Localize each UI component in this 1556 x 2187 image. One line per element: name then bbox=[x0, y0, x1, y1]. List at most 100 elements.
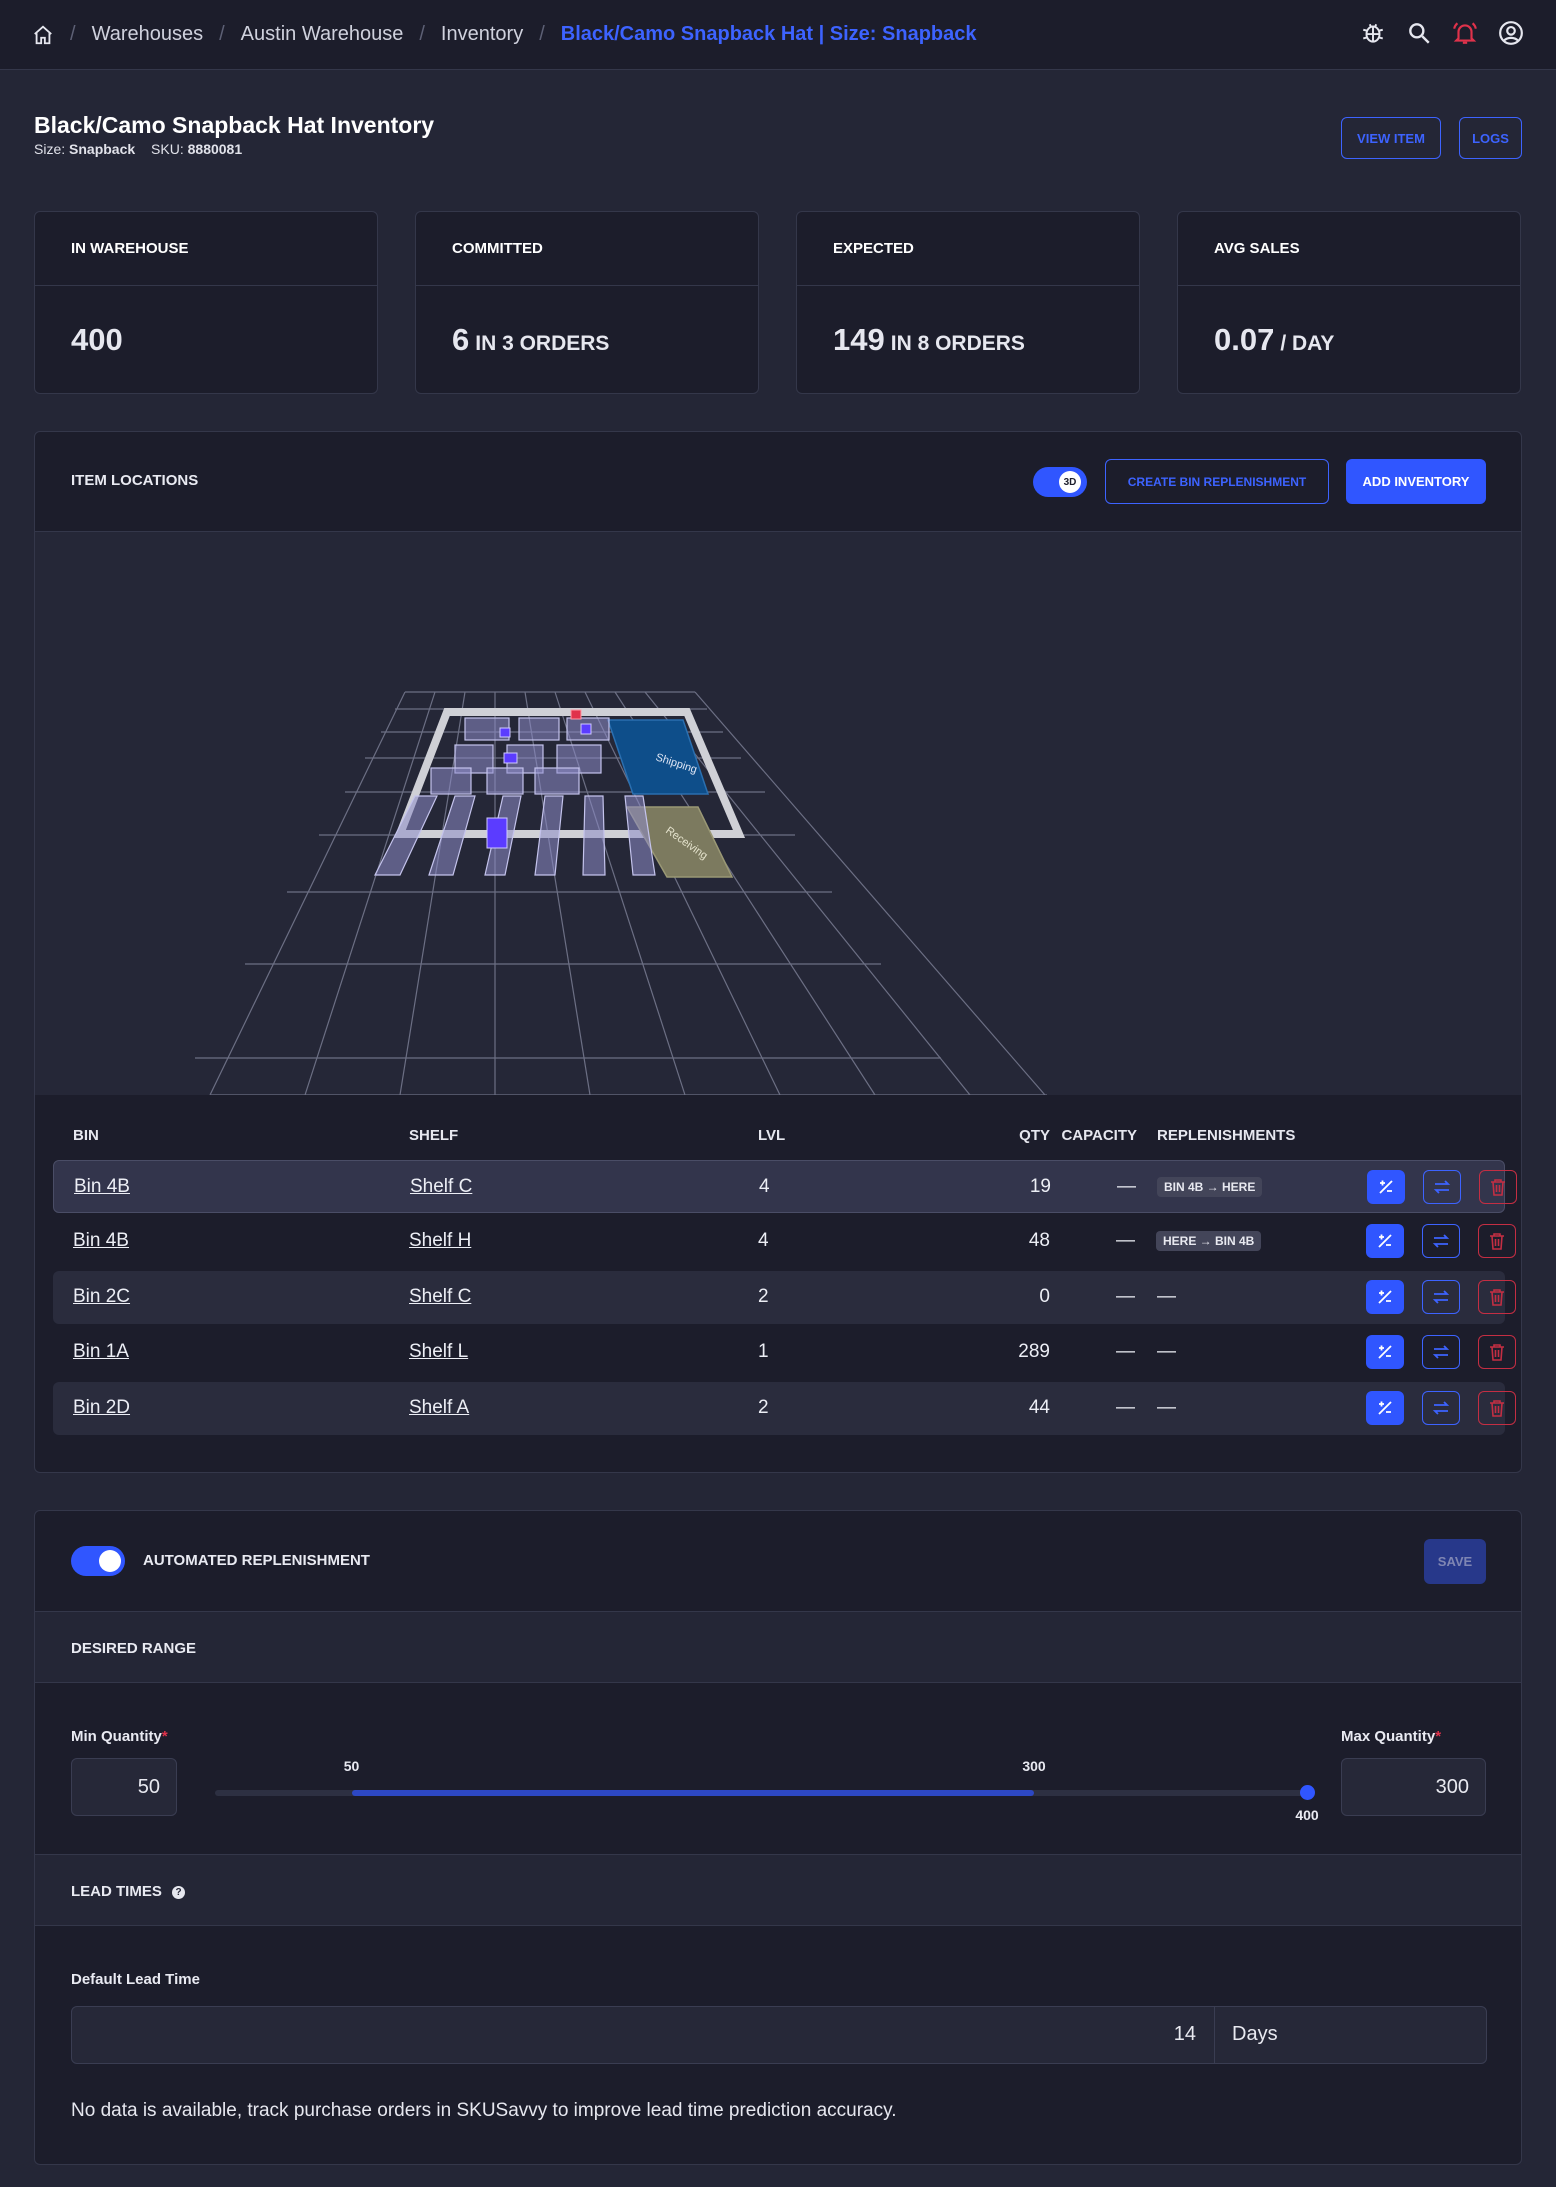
automated-replenishment-panel: AUTOMATED REPLENISHMENT SAVE DESIRED RAN… bbox=[34, 1510, 1522, 2165]
bin-link[interactable]: Bin 4B bbox=[74, 1176, 130, 1198]
stat-card-avg-sales: AVG SALES 0.07/ DAY bbox=[1177, 211, 1521, 394]
table-row[interactable]: Bin 1A Shelf L 1 289 — — bbox=[53, 1326, 1516, 1379]
bin-link[interactable]: Bin 2C bbox=[73, 1286, 130, 1308]
lead-time-input[interactable]: 14 bbox=[72, 2007, 1215, 2063]
delete-button[interactable] bbox=[1478, 1224, 1516, 1258]
breadcrumb-inventory[interactable]: Inventory bbox=[441, 23, 523, 46]
auto-replenishment-title: AUTOMATED REPLENISHMENT bbox=[143, 1552, 370, 1569]
column-header-bin: BIN bbox=[73, 1127, 99, 1144]
breadcrumb-separator: / bbox=[419, 23, 425, 45]
user-account-icon[interactable] bbox=[1498, 20, 1524, 46]
size-label: Size: bbox=[34, 141, 66, 157]
adjust-quantity-button[interactable] bbox=[1366, 1391, 1404, 1425]
adjust-quantity-button[interactable] bbox=[1366, 1335, 1404, 1369]
transfer-icon bbox=[1433, 1180, 1451, 1194]
capacity-value: — bbox=[1116, 1341, 1135, 1362]
create-bin-replenishment-button[interactable]: CREATE BIN REPLENISHMENT bbox=[1105, 459, 1329, 504]
item-locations-panel: ITEM LOCATIONS 3D CREATE BIN REPLENISHME… bbox=[34, 431, 1522, 1473]
table-row[interactable]: Bin 4B Shelf C 4 19 — BIN 4B → HERE bbox=[53, 1160, 1517, 1213]
trash-icon bbox=[1491, 1179, 1505, 1196]
adjust-quantity-button[interactable] bbox=[1366, 1280, 1404, 1314]
search-icon[interactable] bbox=[1406, 20, 1432, 46]
delete-button[interactable] bbox=[1478, 1391, 1516, 1425]
table-row[interactable]: Bin 4B Shelf H 4 48 — HERE → BIN 4B bbox=[53, 1215, 1516, 1268]
shelf-link[interactable]: Shelf L bbox=[409, 1341, 468, 1363]
shelf-link[interactable]: Shelf H bbox=[409, 1230, 471, 1252]
bell-alert-icon[interactable] bbox=[1452, 20, 1478, 46]
bin-link[interactable]: Bin 2D bbox=[73, 1397, 130, 1419]
add-inventory-button[interactable]: ADD INVENTORY bbox=[1346, 459, 1486, 504]
replenishment-badge[interactable]: HERE → BIN 4B bbox=[1156, 1231, 1262, 1251]
trash-icon bbox=[1490, 1289, 1504, 1306]
size-value: Snapback bbox=[69, 141, 136, 157]
breadcrumb-austin-warehouse[interactable]: Austin Warehouse bbox=[241, 23, 404, 46]
save-button[interactable]: SAVE bbox=[1424, 1539, 1486, 1584]
desired-range-title: DESIRED RANGE bbox=[71, 1640, 197, 1657]
shelf-link[interactable]: Shelf C bbox=[409, 1286, 471, 1308]
plus-minus-icon bbox=[1379, 1180, 1393, 1194]
qty-value: 289 bbox=[1018, 1341, 1050, 1362]
help-icon[interactable]: ? bbox=[172, 1885, 186, 1899]
column-header-qty: QTY bbox=[1019, 1127, 1050, 1144]
transfer-button[interactable] bbox=[1423, 1170, 1461, 1204]
bin-link[interactable]: Bin 4B bbox=[73, 1230, 129, 1252]
plus-minus-icon bbox=[1378, 1345, 1392, 1359]
transfer-button[interactable] bbox=[1422, 1335, 1460, 1369]
max-quantity-input[interactable]: 300 bbox=[1341, 1758, 1486, 1816]
slider-end-label: 400 bbox=[1295, 1807, 1319, 1823]
warehouse-3d-canvas[interactable]: Shipping Receiving bbox=[35, 532, 1523, 1096]
plus-minus-icon bbox=[1378, 1234, 1392, 1248]
trash-icon bbox=[1490, 1344, 1504, 1361]
home-icon[interactable] bbox=[32, 24, 54, 46]
breadcrumb-separator: / bbox=[539, 23, 545, 45]
bin-highlight[interactable] bbox=[499, 727, 511, 738]
3d-toggle-label: 3D bbox=[1059, 471, 1081, 493]
stat-label: EXPECTED bbox=[833, 240, 914, 257]
view-item-button[interactable]: VIEW ITEM bbox=[1341, 117, 1441, 159]
plus-minus-icon bbox=[1378, 1401, 1392, 1415]
adjust-quantity-button[interactable] bbox=[1367, 1170, 1405, 1204]
breadcrumb-warehouses[interactable]: Warehouses bbox=[92, 23, 204, 46]
transfer-button[interactable] bbox=[1422, 1280, 1460, 1314]
capacity-value: — bbox=[1116, 1397, 1135, 1418]
item-locations-title: ITEM LOCATIONS bbox=[71, 472, 199, 489]
warehouse-3d-view[interactable]: Shipping Receiving bbox=[35, 532, 1523, 1096]
bin-highlight[interactable] bbox=[503, 752, 518, 764]
auto-replenishment-toggle[interactable] bbox=[71, 1546, 125, 1576]
quantity-range-slider[interactable]: 50 300 400 bbox=[215, 1758, 1319, 1823]
breadcrumb-separator: / bbox=[70, 23, 76, 45]
delete-button[interactable] bbox=[1478, 1335, 1516, 1369]
3d-toggle[interactable]: 3D bbox=[1033, 467, 1087, 497]
shelf-link[interactable]: Shelf A bbox=[409, 1397, 469, 1419]
desired-range-header: DESIRED RANGE bbox=[35, 1611, 1521, 1683]
bug-icon[interactable] bbox=[1360, 20, 1386, 46]
lead-times-header: LEAD TIMES ? bbox=[35, 1854, 1521, 1926]
replenishment-badge[interactable]: BIN 4B → HERE bbox=[1157, 1177, 1263, 1197]
table-row[interactable]: Bin 2C Shelf C 2 0 — — bbox=[53, 1271, 1516, 1324]
adjust-quantity-button[interactable] bbox=[1366, 1224, 1404, 1258]
page-title: Black/Camo Snapback Hat Inventory bbox=[34, 112, 435, 138]
slider-handle[interactable] bbox=[1300, 1785, 1315, 1800]
default-lead-time-label: Default Lead Time bbox=[71, 1971, 200, 1988]
transfer-button[interactable] bbox=[1422, 1391, 1460, 1425]
stat-card-committed: COMMITTED 6 IN 3 ORDERS bbox=[415, 211, 759, 394]
delete-button[interactable] bbox=[1479, 1170, 1517, 1204]
qty-value: 0 bbox=[1039, 1286, 1050, 1307]
shelf-link[interactable]: Shelf C bbox=[410, 1176, 472, 1198]
transfer-button[interactable] bbox=[1422, 1224, 1460, 1258]
bin-highlight-selected[interactable] bbox=[570, 709, 582, 720]
slider-min-label: 50 bbox=[343, 1758, 360, 1774]
lead-times-title: LEAD TIMES ? bbox=[71, 1883, 186, 1900]
bin-highlight[interactable] bbox=[580, 723, 592, 735]
bin-link[interactable]: Bin 1A bbox=[73, 1341, 129, 1363]
logs-button[interactable]: LOGS bbox=[1459, 117, 1522, 159]
qty-value: 19 bbox=[1029, 1176, 1051, 1197]
delete-button[interactable] bbox=[1478, 1280, 1516, 1314]
toggle-knob bbox=[99, 1550, 121, 1572]
bin-highlight[interactable] bbox=[486, 817, 508, 849]
qty-value: 48 bbox=[1028, 1230, 1050, 1251]
stat-card-expected: EXPECTED 149 IN 8 ORDERS bbox=[796, 211, 1140, 394]
table-row[interactable]: Bin 2D Shelf A 2 44 — — bbox=[53, 1382, 1516, 1435]
level-value: 1 bbox=[758, 1341, 769, 1362]
min-quantity-input[interactable]: 50 bbox=[71, 1758, 177, 1816]
